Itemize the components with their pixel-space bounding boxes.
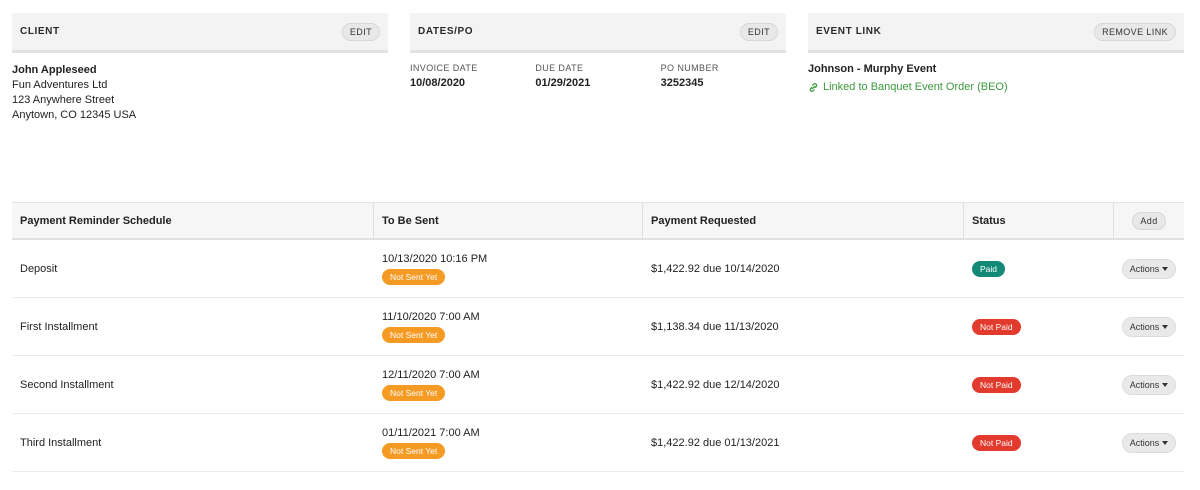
link-icon — [809, 82, 818, 92]
client-card-title: CLIENT — [20, 26, 60, 37]
client-details: John Appleseed Fun Adventures Ltd 123 An… — [12, 53, 388, 123]
row-actions: Actions — [1114, 356, 1184, 413]
status-badge: Not Paid — [972, 376, 1021, 393]
status-badge: Not Paid — [972, 434, 1021, 451]
row-status: Not Paid — [964, 298, 1114, 355]
row-sent-time: 10/13/2020 10:16 PM — [382, 252, 488, 265]
header-add: Add — [1114, 203, 1184, 238]
dates-card-title: DATES/PO — [418, 26, 474, 37]
po-number-value: 3252345 — [660, 77, 704, 89]
header-schedule: Payment Reminder Schedule — [12, 203, 374, 238]
actions-label: Actions — [1129, 263, 1160, 274]
caret-down-icon — [1162, 266, 1169, 271]
client-company: Fun Adventures Ltd — [12, 79, 108, 91]
add-reminder-button[interactable]: Add — [1132, 211, 1166, 230]
table-row: Second Installment 12/11/2020 7:00 AM No… — [12, 356, 1184, 414]
status-badge: Not Paid — [972, 318, 1021, 335]
actions-dropdown-button[interactable]: Actions — [1121, 258, 1177, 279]
caret-down-icon — [1162, 382, 1169, 387]
header-payment-requested: Payment Requested — [643, 203, 964, 238]
table-row: Deposit 10/13/2020 10:16 PM Not Sent Yet… — [12, 240, 1184, 298]
invoice-date-label: INVOICE DATE — [410, 63, 478, 73]
caret-down-icon — [1162, 440, 1169, 445]
row-to-be-sent: 10/13/2020 10:16 PM Not Sent Yet — [374, 240, 643, 297]
caret-down-icon — [1162, 324, 1169, 329]
invoice-date-value: 10/08/2020 — [410, 77, 466, 89]
actions-label: Actions — [1129, 321, 1160, 332]
row-sent-time: 01/11/2021 7:00 AM — [382, 426, 480, 439]
row-to-be-sent: 01/11/2021 7:00 AM Not Sent Yet — [374, 414, 643, 471]
event-link-card: EVENT LINK REMOVE LINK Johnson - Murphy … — [808, 13, 1184, 93]
dates-card-header: DATES/PO EDIT — [410, 13, 786, 53]
beo-link-text: Linked to Banquet Event Order (BEO) — [823, 81, 1008, 93]
header-status: Status — [964, 203, 1114, 238]
row-payment-requested: $1,138.34 due 11/13/2020 — [651, 320, 779, 333]
row-to-be-sent: 12/11/2020 7:00 AM Not Sent Yet — [374, 356, 643, 413]
table-row: First Installment 11/10/2020 7:00 AM Not… — [12, 298, 1184, 356]
po-number: PO NUMBER 3252345 — [661, 63, 786, 89]
not-sent-badge: Not Sent Yet — [382, 326, 446, 343]
actions-dropdown-button[interactable]: Actions — [1121, 374, 1177, 395]
dates-edit-button[interactable]: EDIT — [739, 22, 778, 41]
client-card: CLIENT EDIT John Appleseed Fun Adventure… — [12, 13, 388, 123]
row-status: Paid — [964, 240, 1114, 297]
actions-label: Actions — [1129, 379, 1160, 390]
row-sent-time: 11/10/2020 7:00 AM — [382, 310, 480, 323]
due-date-label: DUE DATE — [535, 63, 584, 73]
actions-dropdown-button[interactable]: Actions — [1121, 432, 1177, 453]
event-card-header: EVENT LINK REMOVE LINK — [808, 13, 1184, 53]
dates-details: INVOICE DATE 10/08/2020 DUE DATE 01/29/2… — [410, 53, 786, 89]
event-name: Johnson - Murphy Event — [808, 63, 937, 75]
client-card-header: CLIENT EDIT — [12, 13, 388, 53]
due-date-value: 01/29/2021 — [535, 77, 591, 89]
not-sent-badge: Not Sent Yet — [382, 384, 446, 401]
row-schedule-name: Third Installment — [20, 436, 102, 449]
row-schedule-name: Second Installment — [20, 378, 114, 391]
row-actions: Actions — [1114, 240, 1184, 297]
not-sent-badge: Not Sent Yet — [382, 442, 446, 459]
due-date: DUE DATE 01/29/2021 — [535, 63, 660, 89]
row-payment-requested: $1,422.92 due 12/14/2020 — [651, 378, 780, 391]
payment-reminder-table: Payment Reminder Schedule To Be Sent Pay… — [12, 202, 1184, 472]
client-street: 123 Anywhere Street — [12, 94, 115, 106]
actions-label: Actions — [1129, 437, 1160, 448]
po-number-label: PO NUMBER — [660, 63, 719, 73]
remove-link-button[interactable]: REMOVE LINK — [1094, 22, 1176, 41]
actions-dropdown-button[interactable]: Actions — [1121, 316, 1177, 337]
beo-link[interactable]: Linked to Banquet Event Order (BEO) — [808, 81, 1184, 93]
table-header: Payment Reminder Schedule To Be Sent Pay… — [12, 202, 1184, 240]
row-sent-time: 12/11/2020 7:00 AM — [382, 368, 480, 381]
header-to-be-sent: To Be Sent — [374, 203, 643, 238]
client-name: John Appleseed — [12, 64, 97, 76]
client-edit-button[interactable]: EDIT — [341, 22, 380, 41]
row-payment-requested: $1,422.92 due 10/14/2020 — [651, 262, 780, 275]
not-sent-badge: Not Sent Yet — [382, 268, 446, 285]
row-schedule-name: First Installment — [20, 320, 98, 333]
row-actions: Actions — [1114, 298, 1184, 355]
row-status: Not Paid — [964, 356, 1114, 413]
row-payment-requested: $1,422.92 due 01/13/2021 — [651, 436, 780, 449]
row-actions: Actions — [1114, 414, 1184, 471]
invoice-date: INVOICE DATE 10/08/2020 — [410, 63, 535, 89]
event-card-title: EVENT LINK — [816, 26, 882, 37]
event-details: Johnson - Murphy Event Linked to Banquet… — [808, 53, 1184, 93]
dates-card: DATES/PO EDIT INVOICE DATE 10/08/2020 DU… — [410, 13, 786, 89]
row-status: Not Paid — [964, 414, 1114, 471]
client-city: Anytown, CO 12345 USA — [12, 109, 137, 121]
row-schedule-name: Deposit — [20, 262, 58, 275]
table-row: Third Installment 01/11/2021 7:00 AM Not… — [12, 414, 1184, 472]
status-badge: Paid — [972, 260, 1006, 277]
row-to-be-sent: 11/10/2020 7:00 AM Not Sent Yet — [374, 298, 643, 355]
